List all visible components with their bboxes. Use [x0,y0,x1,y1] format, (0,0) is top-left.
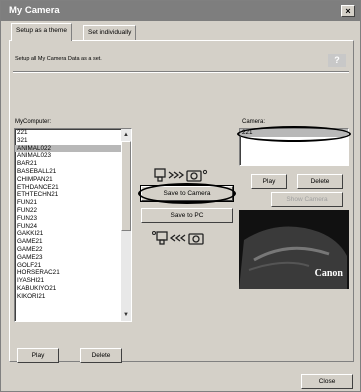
list-item[interactable]: BASEBALL21 [15,168,131,176]
list-item[interactable]: 321 [15,137,131,145]
mycomputer-list[interactable]: 221 321 ANIMAL022 ANIMAL023 BAR21 BASEBALL21 C… [14,128,132,322]
list-item[interactable]: FUN21 [15,199,131,207]
list-item[interactable]: GAME22 [15,246,131,254]
computer-play-button[interactable]: Play [17,348,59,363]
title-bar[interactable]: My Camera × [1,1,360,21]
list-item[interactable]: KIKORI21 [15,293,131,301]
help-icon[interactable]: ? [328,54,346,67]
list-item[interactable]: 221 [15,129,131,137]
camera-preview-image: Canon [239,210,349,289]
camera-to-pc-icon [151,229,211,250]
list-item[interactable]: BAR21 [15,160,131,168]
list-item[interactable]: ANIMAL022 [15,144,131,153]
list-item[interactable]: GOLF21 [15,262,131,270]
window-title: My Camera [9,5,60,16]
scroll-down-arrow-icon[interactable]: ▼ [121,310,131,320]
scroll-up-arrow-icon[interactable]: ▲ [121,130,131,140]
scrollbar-thumb[interactable] [121,141,131,231]
list-item[interactable]: KABUKIYO21 [15,285,131,293]
close-button[interactable]: Close [301,374,353,389]
show-camera-button: Show Camera [271,192,343,207]
mycomputer-scrollbar[interactable]: ▲ ▼ [121,129,131,321]
list-item[interactable]: FUN24 [15,223,131,231]
list-item[interactable]: CHIMPAN21 [15,176,131,184]
list-item[interactable]: ETHTECHN21 [15,191,131,199]
save-to-camera-highlight-oval [138,183,236,204]
camera-delete-button[interactable]: Delete [297,174,343,189]
list-item[interactable]: GAME21 [15,238,131,246]
list-item[interactable]: IYASHI21 [15,277,131,285]
close-window-button[interactable]: × [341,5,355,17]
save-to-pc-button[interactable]: Save to PC [141,208,233,223]
computer-delete-button[interactable]: Delete [80,348,122,363]
canon-logo: Canon [314,268,343,279]
camera-play-button[interactable]: Play [251,174,287,189]
list-item[interactable]: GAME23 [15,254,131,262]
list-item[interactable]: ANIMAL023 [15,152,131,160]
list-item[interactable]: HORSERAC21 [15,269,131,277]
list-item[interactable]: GAKKI21 [15,230,131,238]
mycomputer-label: MyComputer: [15,119,52,125]
list-item[interactable]: FUN22 [15,207,131,215]
list-item[interactable]: FUN23 [15,215,131,223]
tab-set-individually[interactable]: Set individually [83,25,137,40]
tab-setup-as-theme[interactable]: Setup as a theme [11,23,72,41]
description-text: Setup all My Camera Data as a set. [15,56,102,62]
camera-item-highlight-oval [237,126,351,142]
my-camera-window: My Camera × Setup as a theme Set individ… [0,0,361,392]
list-item[interactable]: ETHDANCE21 [15,184,131,192]
divider [13,71,349,73]
camera-label: Camera: [242,119,266,125]
